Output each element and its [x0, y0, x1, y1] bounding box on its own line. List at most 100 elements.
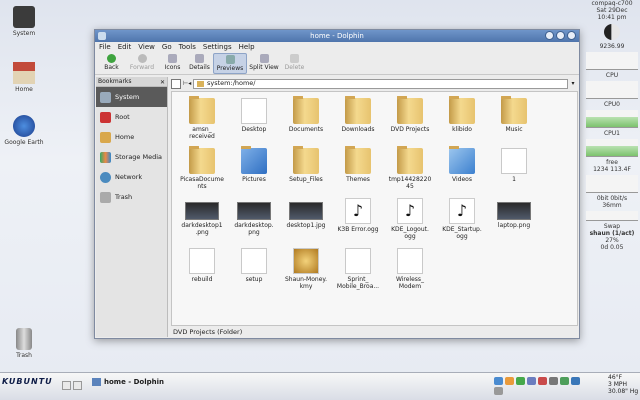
- root-folder-icon: [100, 111, 111, 123]
- tray-chat-icon[interactable]: [516, 377, 525, 385]
- google-earth-icon: [13, 115, 35, 137]
- file-item[interactable]: Videos: [436, 146, 488, 196]
- split-view-button[interactable]: Split View: [247, 53, 281, 74]
- folder-icon: [345, 146, 371, 174]
- document-icon: [293, 248, 319, 274]
- location-input[interactable]: system:/home/: [193, 78, 568, 89]
- file-item[interactable]: Documents: [280, 96, 332, 146]
- desktop-icon-label: System: [12, 30, 36, 37]
- minimize-icon[interactable]: [545, 31, 554, 40]
- forward-icon: [137, 54, 147, 63]
- bookmark-label: Root: [115, 113, 130, 121]
- menu-settings[interactable]: Settings: [203, 42, 232, 53]
- folder-icon: [241, 146, 267, 174]
- hostname: compaq-c700: [591, 0, 633, 7]
- icons-view-button[interactable]: Icons: [159, 53, 186, 74]
- cpu-graph: [586, 52, 638, 70]
- details-view-button[interactable]: Details: [186, 53, 213, 74]
- window-titlebar[interactable]: home - Dolphin: [95, 30, 579, 42]
- system-monitor: compaq-c700 Sat 29Dec 10:41 pm 9236.99 C…: [584, 0, 640, 372]
- bookmark-home[interactable]: Home: [96, 127, 167, 147]
- back-button[interactable]: Back: [98, 53, 125, 74]
- file-item[interactable]: ♪ K3B Error.ogg: [332, 196, 384, 246]
- bookmark-trash[interactable]: Trash: [96, 187, 167, 207]
- file-item[interactable]: Setup_Files: [280, 146, 332, 196]
- tray-clipboard-icon[interactable]: [538, 377, 547, 385]
- task-dolphin[interactable]: home - Dolphin: [92, 376, 202, 388]
- location-toggle-button[interactable]: [171, 78, 181, 89]
- file-item[interactable]: DVD Projects: [384, 96, 436, 146]
- close-icon[interactable]: [567, 31, 576, 40]
- tray-volume-icon[interactable]: [549, 377, 558, 385]
- show-desktop-icon[interactable]: [62, 381, 71, 390]
- file-item[interactable]: tmp14428220 45: [384, 146, 436, 196]
- weather-widget[interactable]: 46°F 3 MPH 30.08" Hg: [608, 374, 638, 395]
- file-item[interactable]: Downloads: [332, 96, 384, 146]
- file-label: setup: [245, 276, 263, 283]
- bookmark-root[interactable]: Root: [96, 107, 167, 127]
- tray-mail-icon[interactable]: [527, 377, 536, 385]
- bookmark-network[interactable]: Network: [96, 167, 167, 187]
- audio-file-icon: ♪: [345, 198, 371, 224]
- file-label: DVD Projects: [390, 126, 430, 133]
- dolphin-app-icon[interactable]: [98, 32, 106, 40]
- home-icon: [13, 62, 35, 84]
- bookmark-storage-media[interactable]: Storage Media: [96, 147, 167, 167]
- menu-help[interactable]: Help: [239, 42, 255, 53]
- file-label: darkdesktop. png: [234, 222, 274, 236]
- free-label: free: [606, 159, 618, 166]
- tray-power-icon[interactable]: [494, 387, 503, 395]
- file-item[interactable]: Themes: [332, 146, 384, 196]
- file-item[interactable]: Wireless_ Modem: [384, 246, 436, 296]
- cpu0-graph: [586, 81, 638, 99]
- desktop-icon-system[interactable]: System: [2, 6, 46, 37]
- menu-view[interactable]: View: [138, 42, 155, 53]
- file-item[interactable]: desktop1.jpg: [280, 196, 332, 246]
- file-item[interactable]: Pictures: [228, 146, 280, 196]
- breadcrumb-arrows-icon[interactable]: ⊢◂: [183, 80, 193, 87]
- tray-battery-icon[interactable]: [560, 377, 569, 385]
- tray-wifi-icon[interactable]: [571, 377, 580, 385]
- file-item[interactable]: 1: [488, 146, 540, 196]
- previews-button[interactable]: Previews: [213, 53, 247, 74]
- file-item[interactable]: amsn_ received: [176, 96, 228, 146]
- task-title: home - Dolphin: [104, 378, 165, 386]
- file-item[interactable]: ♪ KDE_Logout. ogg: [384, 196, 436, 246]
- file-item[interactable]: darkdesktop. png: [228, 196, 280, 246]
- tray-network-icon[interactable]: [494, 377, 503, 385]
- file-item[interactable]: rebuild: [176, 246, 228, 296]
- menu-tools[interactable]: Tools: [179, 42, 196, 53]
- delete-button[interactable]: Delete: [281, 53, 308, 74]
- maximize-icon[interactable]: [556, 31, 565, 40]
- menu-file[interactable]: File: [99, 42, 111, 53]
- file-item[interactable]: Desktop: [228, 96, 280, 146]
- terminal-icon[interactable]: [73, 381, 82, 390]
- file-item[interactable]: PicasaDocume nts: [176, 146, 228, 196]
- forward-button[interactable]: Forward: [125, 53, 159, 74]
- clock[interactable]: 10:41 pm: [584, 14, 640, 21]
- network-icon: [100, 171, 111, 183]
- panel-close-icon[interactable]: ✕: [160, 78, 165, 88]
- icons-view-icon: [168, 54, 177, 63]
- file-item[interactable]: klibido: [436, 96, 488, 146]
- file-item[interactable]: laptop.png: [488, 196, 540, 246]
- bookmark-system[interactable]: System: [96, 87, 167, 107]
- swap-label: Swap: [603, 223, 621, 230]
- file-item[interactable]: setup: [228, 246, 280, 296]
- file-item[interactable]: Music: [488, 96, 540, 146]
- kde-system-icon: [13, 6, 35, 28]
- process-graph: [586, 139, 638, 157]
- desktop-icon-google-earth[interactable]: Google Earth: [2, 115, 46, 146]
- file-item[interactable]: ♪ KDE_Startup. ogg: [436, 196, 488, 246]
- desktop-icon-trash[interactable]: Trash: [2, 328, 46, 359]
- file-item[interactable]: Sprint_ Mobile_Broa...: [332, 246, 384, 296]
- location-dropdown-icon[interactable]: ▾: [568, 80, 578, 87]
- desktop-icon-home[interactable]: Home: [2, 62, 46, 93]
- audio-file-icon: ♪: [397, 198, 423, 224]
- split-view-icon: [259, 54, 269, 63]
- tray-update-icon[interactable]: [505, 377, 514, 385]
- menu-edit[interactable]: Edit: [118, 42, 132, 53]
- file-item[interactable]: Shaun-Money. kmy: [280, 246, 332, 296]
- file-item[interactable]: darkdesktop1 .png: [176, 196, 228, 246]
- menu-go[interactable]: Go: [162, 42, 172, 53]
